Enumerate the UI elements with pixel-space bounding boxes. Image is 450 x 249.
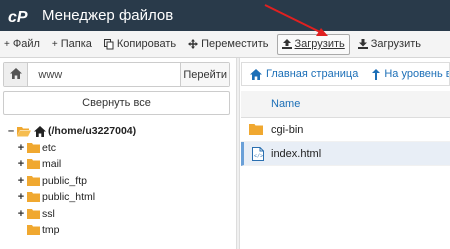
column-header-name[interactable]: Name xyxy=(271,98,300,110)
tree-item-label: ssl xyxy=(42,207,55,220)
copy-icon xyxy=(103,38,114,50)
download-button[interactable]: Загрузить xyxy=(354,34,425,55)
expand-toggle-icon[interactable]: + xyxy=(16,208,26,220)
collapse-toggle-icon[interactable]: – xyxy=(6,125,16,137)
file-navbar: Главная страница На уровень вы xyxy=(241,62,450,86)
folder-icon xyxy=(27,159,40,170)
home-icon xyxy=(9,67,22,82)
new-file-button[interactable]: + Файл xyxy=(0,34,44,55)
file-table: Name cgi-bin </> index.html xyxy=(241,91,450,166)
file-name: index.html xyxy=(271,147,322,160)
tree-item-tmp[interactable]: tmp xyxy=(6,222,230,239)
cpanel-logo-icon: cP xyxy=(8,0,34,31)
move-button[interactable]: Переместить xyxy=(184,34,272,55)
folder-tree: – (/home/u3227004) + etc + mail + public… xyxy=(6,123,230,239)
copy-button[interactable]: Копировать xyxy=(100,34,180,55)
toolbar: + Файл + Папка Копировать Переместить За… xyxy=(0,31,450,58)
collapse-all-button[interactable]: Свернуть все xyxy=(3,91,230,115)
copy-label: Копировать xyxy=(116,38,177,50)
expand-toggle-icon[interactable]: + xyxy=(16,191,26,203)
panel-splitter[interactable] xyxy=(236,58,240,249)
tree-item-label: public_ftp xyxy=(42,174,87,187)
tree-item-ssl[interactable]: + ssl xyxy=(6,206,230,223)
table-row[interactable]: </> index.html xyxy=(241,142,450,166)
plus-icon: + xyxy=(4,38,10,50)
folder-icon xyxy=(241,124,271,135)
table-header: Name xyxy=(241,91,450,118)
level-up-icon xyxy=(372,68,381,80)
path-bar: Перейти xyxy=(3,62,230,87)
tree-item-etc[interactable]: + etc xyxy=(6,140,230,157)
move-icon xyxy=(188,39,199,49)
path-input[interactable] xyxy=(28,63,181,86)
upload-icon xyxy=(281,39,292,49)
folder-icon xyxy=(27,225,40,236)
tree-root[interactable]: – (/home/u3227004) xyxy=(6,123,230,140)
new-folder-label: Папка xyxy=(60,38,92,50)
folder-open-icon xyxy=(17,126,31,137)
tree-item-label: public_html xyxy=(42,191,96,204)
home-directory-label: Главная страница xyxy=(266,68,359,80)
home-button[interactable] xyxy=(4,63,29,86)
folder-icon xyxy=(27,175,40,186)
svg-text:</>: </> xyxy=(254,153,263,159)
tree-item-public-html[interactable]: + public_html xyxy=(6,189,230,206)
upload-label: Загрузить xyxy=(294,38,345,50)
up-one-level-link[interactable]: На уровень вы xyxy=(364,68,449,80)
tree-item-label: tmp xyxy=(42,224,60,237)
tree-item-label: mail xyxy=(42,158,62,171)
folder-icon xyxy=(27,208,40,219)
folder-icon xyxy=(27,142,40,153)
tree-item-public-ftp[interactable]: + public_ftp xyxy=(6,173,230,190)
download-label: Загрузить xyxy=(370,38,421,50)
upload-button[interactable]: Загрузить xyxy=(276,33,350,55)
go-button[interactable]: Перейти xyxy=(180,63,229,86)
svg-text:cP: cP xyxy=(8,9,28,25)
expand-toggle-icon[interactable]: + xyxy=(16,142,26,154)
app-title: Менеджер файлов xyxy=(42,7,174,24)
file-name: cgi-bin xyxy=(271,123,304,136)
move-label: Переместить xyxy=(201,38,269,50)
home-icon xyxy=(250,68,262,80)
folder-icon xyxy=(27,192,40,203)
table-row[interactable]: cgi-bin xyxy=(241,118,450,142)
home-directory-link[interactable]: Главная страница xyxy=(242,68,364,80)
tree-item-mail[interactable]: + mail xyxy=(6,156,230,173)
html-file-icon: </> xyxy=(244,146,271,161)
up-one-level-label: На уровень вы xyxy=(384,68,449,80)
expand-toggle-icon[interactable]: + xyxy=(16,175,26,187)
download-icon xyxy=(357,39,368,49)
plus-icon: + xyxy=(51,38,58,50)
tree-item-label: etc xyxy=(42,141,57,154)
tree-root-label: (/home/u3227004) xyxy=(48,125,137,138)
app-header: cP Менеджер файлов xyxy=(0,0,450,31)
new-folder-button[interactable]: + Папка xyxy=(48,34,96,55)
home-icon xyxy=(34,125,46,137)
new-file-label: Файл xyxy=(12,38,40,50)
expand-toggle-icon[interactable]: + xyxy=(16,158,26,170)
